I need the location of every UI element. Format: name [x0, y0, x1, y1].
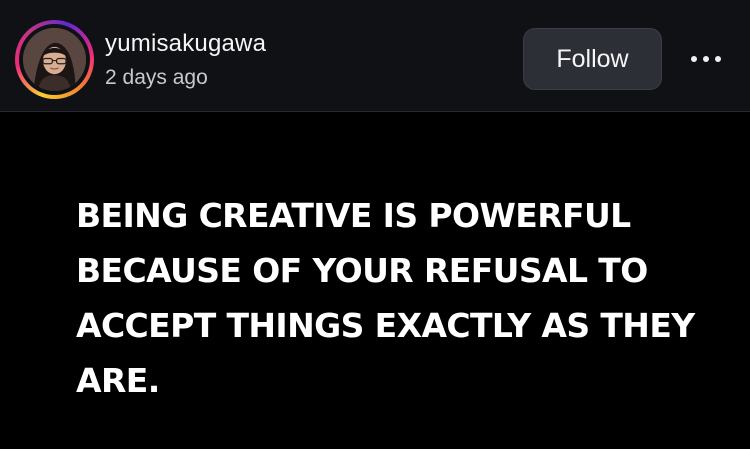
- post-content[interactable]: BEING CREATIVE IS POWERFUL BECAUSE OF YO…: [0, 113, 750, 449]
- username-link[interactable]: yumisakugawa: [105, 30, 266, 58]
- post-header: yumisakugawa 2 days ago Follow: [0, 0, 750, 112]
- more-dot: [703, 56, 709, 62]
- more-dot: [691, 56, 697, 62]
- avatar-portrait-icon: [23, 28, 86, 91]
- avatar[interactable]: [23, 28, 86, 91]
- post-quote-text: BEING CREATIVE IS POWERFUL BECAUSE OF YO…: [76, 196, 695, 400]
- more-dot: [715, 56, 721, 62]
- avatar-gap: [19, 24, 90, 95]
- follow-button[interactable]: Follow: [523, 28, 662, 90]
- post-timestamp: 2 days ago: [105, 66, 208, 89]
- story-ring[interactable]: [15, 20, 94, 99]
- more-options-icon[interactable]: [683, 42, 729, 76]
